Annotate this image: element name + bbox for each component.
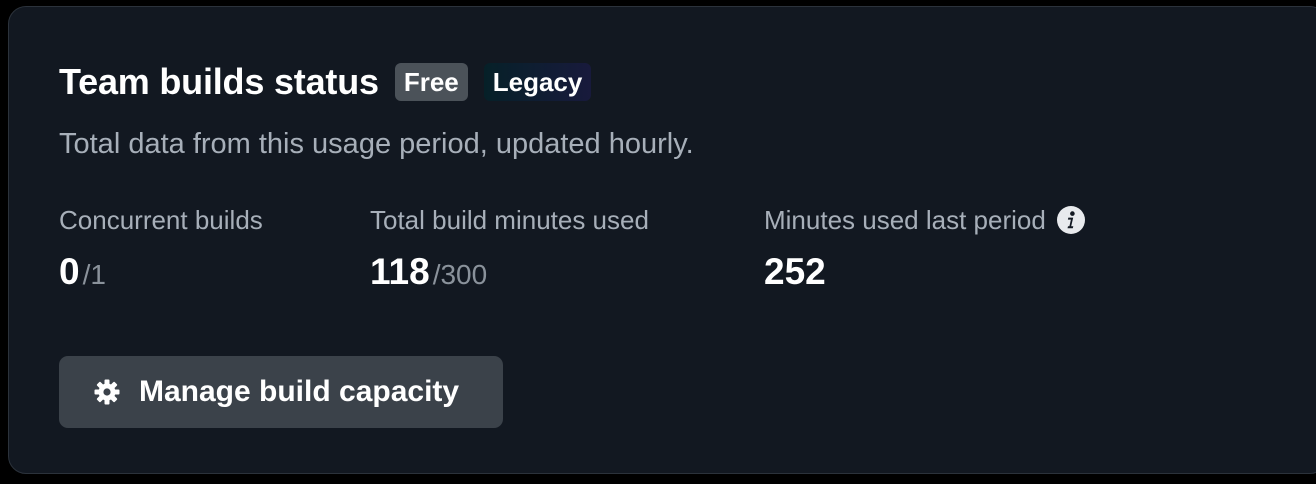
gear-icon (93, 378, 121, 406)
build-minutes-stat: Total build minutes used 118 /300 (370, 203, 649, 293)
concurrent-builds-value-row: 0 /1 (59, 251, 263, 293)
legacy-badge: Legacy (483, 63, 592, 101)
last-period-minutes-label: Minutes used last period (764, 204, 1046, 235)
last-period-minutes-value-row: 252 (764, 251, 1086, 293)
manage-build-capacity-label: Manage build capacity (139, 375, 460, 408)
last-period-minutes-stat: Minutes used last period 252 (764, 203, 1086, 293)
build-minutes-value: 118 (370, 251, 430, 292)
concurrent-builds-stat: Concurrent builds 0 /1 (59, 203, 263, 293)
build-minutes-total: /300 (432, 259, 488, 290)
build-minutes-label: Total build minutes used (370, 204, 649, 235)
free-badge: Free (394, 63, 468, 101)
card-title: Team builds status (59, 61, 379, 102)
manage-build-capacity-button[interactable]: Manage build capacity (59, 356, 503, 428)
concurrent-builds-value: 0 (59, 251, 80, 292)
last-period-minutes-label-row: Minutes used last period (764, 203, 1086, 237)
last-period-minutes-value: 252 (764, 251, 826, 292)
concurrent-builds-total: /1 (82, 259, 106, 290)
concurrent-builds-label: Concurrent builds (59, 204, 263, 235)
info-icon[interactable] (1056, 205, 1086, 235)
build-minutes-value-row: 118 /300 (370, 251, 649, 293)
title-row: Team builds status Free Legacy (59, 61, 592, 103)
card-subtitle: Total data from this usage period, updat… (59, 128, 694, 160)
team-builds-status-card: Team builds status Free Legacy Total dat… (8, 6, 1316, 474)
